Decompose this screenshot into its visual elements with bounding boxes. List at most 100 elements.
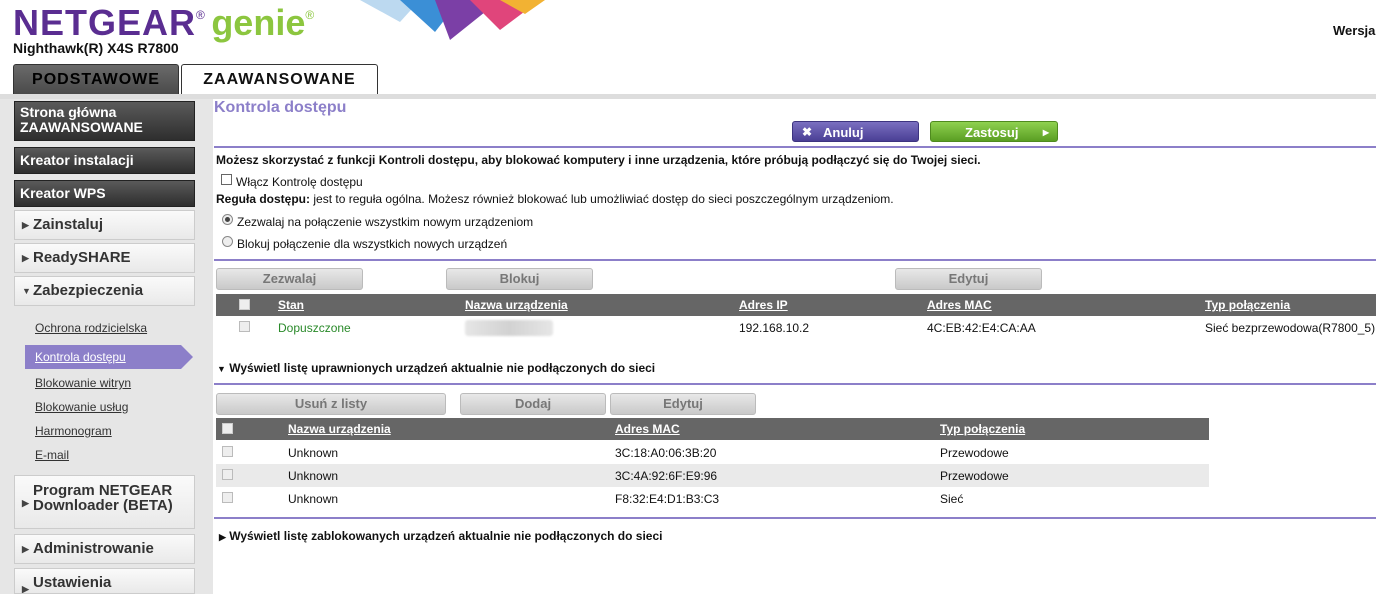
device-mac: 3C:4A:92:6F:E9:96 xyxy=(615,469,718,483)
triangle-right-icon: ▶ xyxy=(22,544,29,554)
edit-offline-button[interactable]: Edytuj xyxy=(610,393,756,415)
intro-text: Możesz skorzystać z funkcji Kontroli dos… xyxy=(216,153,981,167)
product-text: genie xyxy=(211,2,306,43)
main-content: Kontrola dostępu ✖ Anuluj Zastosuj ▶ Moż… xyxy=(213,99,1376,594)
page-title: Kontrola dostępu xyxy=(214,99,347,116)
sidebar-item-label: Zainstaluj xyxy=(33,216,104,233)
sidebar-item-label: Program NETGEAR Downloader (BETA) xyxy=(33,482,173,514)
divider xyxy=(214,383,1376,385)
sidebar-wps-wizard[interactable]: Kreator WPS xyxy=(14,180,195,207)
sidebar-advanced-home[interactable]: Strona główna ZAAWANSOWANE xyxy=(14,101,195,141)
column-header-mac[interactable]: Adres MAC xyxy=(927,298,992,312)
reg-mark: ® xyxy=(196,8,205,22)
blocked-offline-toggle[interactable]: ▶ Wyświetl listę zablokowanych urządzeń … xyxy=(219,529,663,543)
column-header-status[interactable]: Stan xyxy=(278,298,304,312)
sidebar: Strona główna ZAAWANSOWANE Kreator insta… xyxy=(0,99,213,594)
triangle-right-icon: ▶ xyxy=(22,220,29,230)
sidebar-sub-block-sites[interactable]: Blokowanie witryn xyxy=(35,376,131,390)
divider xyxy=(214,146,1376,148)
device-connection-type: Przewodowe xyxy=(940,469,1009,483)
column-header-connection-type[interactable]: Typ połączenia xyxy=(1205,298,1290,312)
block-new-devices-label: Blokuj połączenie dla wszystkich nowych … xyxy=(237,237,508,251)
table-row[interactable]: Unknown 3C:4A:92:6F:E9:96 Przewodowe xyxy=(216,464,1209,487)
sidebar-item-label: Ustawienia xyxy=(33,574,112,591)
column-header-mac[interactable]: Adres MAC xyxy=(615,422,680,436)
row-checkbox[interactable] xyxy=(222,492,233,503)
column-header-ip[interactable]: Adres IP xyxy=(739,298,788,312)
device-connection-type: Sieć bezprzewodowa(R7800_5) xyxy=(1205,321,1376,335)
sidebar-item-administration[interactable]: ▶ Administrowanie xyxy=(14,534,195,564)
decorative-banner-graphic xyxy=(360,0,545,40)
sidebar-sub-schedule[interactable]: Harmonogram xyxy=(35,424,112,438)
row-checkbox[interactable] xyxy=(222,446,233,457)
sidebar-item-downloader[interactable]: ▶ Program NETGEAR Downloader (BETA) xyxy=(14,475,195,529)
tab-basic[interactable]: PODSTAWOWE xyxy=(13,64,179,94)
sidebar-sub-parental-control[interactable]: Ochrona rodzicielska xyxy=(35,321,147,335)
device-status: Dopuszczone xyxy=(278,321,351,335)
sidebar-item-label: Zabezpieczenia xyxy=(33,282,144,299)
device-connection-type: Przewodowe xyxy=(940,446,1009,460)
triangle-down-icon: ▼ xyxy=(217,364,226,374)
access-rule-label: Reguła dostępu: xyxy=(216,192,311,206)
enable-access-control-label: Włącz Kontrolę dostępu xyxy=(236,175,363,189)
allowed-offline-toggle-label: Wyświetl listę uprawnionych urządzeń akt… xyxy=(229,361,656,375)
allow-new-devices-radio[interactable] xyxy=(222,214,233,225)
cancel-button[interactable]: ✖ Anuluj xyxy=(792,121,919,142)
sidebar-sub-email[interactable]: E-mail xyxy=(35,448,69,462)
enable-access-control-checkbox[interactable] xyxy=(221,174,232,185)
blocked-offline-toggle-label: Wyświetl listę zablokowanych urządzeń ak… xyxy=(229,529,663,543)
access-rule-description: jest to reguła ogólna. Możesz również bl… xyxy=(310,192,894,206)
table-row[interactable]: Unknown F8:32:E4:D1:B3:C3 Sieć xyxy=(216,487,1209,510)
add-button[interactable]: Dodaj xyxy=(460,393,606,415)
sidebar-advanced-home-line1: Strona główna xyxy=(20,104,117,120)
table-row[interactable]: Dopuszczone 192.168.10.2 4C:EB:42:E4:CA:… xyxy=(216,316,1376,339)
brand-text: NETGEAR xyxy=(13,2,197,43)
netgear-genie-logo: NETGEAR® genie® xyxy=(13,2,314,44)
tab-advanced[interactable]: ZAAWANSOWANE xyxy=(181,64,378,94)
edit-button[interactable]: Edytuj xyxy=(895,268,1042,290)
sidebar-item-security[interactable]: ▼ Zabezpieczenia xyxy=(14,276,195,306)
sidebar-sub-block-services[interactable]: Blokowanie usług xyxy=(35,400,128,414)
select-all-checkbox[interactable] xyxy=(222,423,233,434)
device-name: Unknown xyxy=(288,469,339,483)
column-header-device-name[interactable]: Nazwa urządzenia xyxy=(288,422,391,436)
allowed-offline-toggle[interactable]: ▼ Wyświetl listę uprawnionych urządzeń a… xyxy=(217,361,655,375)
play-arrow-icon: ▶ xyxy=(1042,128,1049,137)
row-checkbox[interactable] xyxy=(222,469,233,480)
column-header-connection-type[interactable]: Typ połączenia xyxy=(940,422,1025,436)
device-name: Unknown xyxy=(288,492,339,506)
version-label: Wersja xyxy=(1333,23,1376,38)
remove-from-list-button[interactable]: Usuń z listy xyxy=(216,393,446,415)
sidebar-item-label: ReadySHARE xyxy=(33,249,131,266)
device-name-redacted xyxy=(465,320,553,336)
device-ip: 192.168.10.2 xyxy=(739,321,810,335)
device-mac: 3C:18:A0:06:3B:20 xyxy=(615,446,717,460)
sidebar-item-readyshare[interactable]: ▶ ReadySHARE xyxy=(14,243,195,273)
sidebar-item-label: Administrowanie xyxy=(33,540,154,557)
device-mac: F8:32:E4:D1:B3:C3 xyxy=(615,492,720,506)
allow-button[interactable]: Zezwalaj xyxy=(216,268,363,290)
triangle-right-icon: ▶ xyxy=(22,253,29,263)
sidebar-advanced-home-line2: ZAAWANSOWANE xyxy=(20,119,143,135)
sidebar-setup-wizard[interactable]: Kreator instalacji xyxy=(14,147,195,174)
select-all-checkbox[interactable] xyxy=(239,299,250,310)
divider xyxy=(214,517,1376,519)
triangle-right-icon: ▶ xyxy=(219,532,226,542)
apply-button[interactable]: Zastosuj ▶ xyxy=(930,121,1058,142)
table-row[interactable]: Unknown 3C:18:A0:06:3B:20 Przewodowe xyxy=(216,441,1209,464)
triangle-right-icon: ▶ xyxy=(22,498,29,508)
divider xyxy=(214,259,1376,261)
row-checkbox[interactable] xyxy=(239,321,250,332)
offline-table-header: Nazwa urządzenia Adres MAC Typ połączeni… xyxy=(216,418,1209,440)
allow-new-devices-label: Zezwalaj na połączenie wszystkim nowym u… xyxy=(237,215,534,229)
block-new-devices-radio[interactable] xyxy=(222,236,233,247)
apply-button-label: Zastosuj xyxy=(965,125,1019,140)
sidebar-item-settings[interactable]: ▶ Ustawienia xyxy=(14,568,195,594)
block-button[interactable]: Blokuj xyxy=(446,268,593,290)
cancel-button-label: Anuluj xyxy=(823,125,864,140)
access-rule-text: Reguła dostępu: jest to reguła ogólna. M… xyxy=(216,192,894,206)
sidebar-item-install[interactable]: ▶ Zainstaluj xyxy=(14,210,195,240)
sidebar-sub-access-control[interactable]: Kontrola dostępu xyxy=(35,350,126,364)
column-header-device-name[interactable]: Nazwa urządzenia xyxy=(465,298,568,312)
device-table-header: Stan Nazwa urządzenia Adres IP Adres MAC… xyxy=(216,294,1376,316)
